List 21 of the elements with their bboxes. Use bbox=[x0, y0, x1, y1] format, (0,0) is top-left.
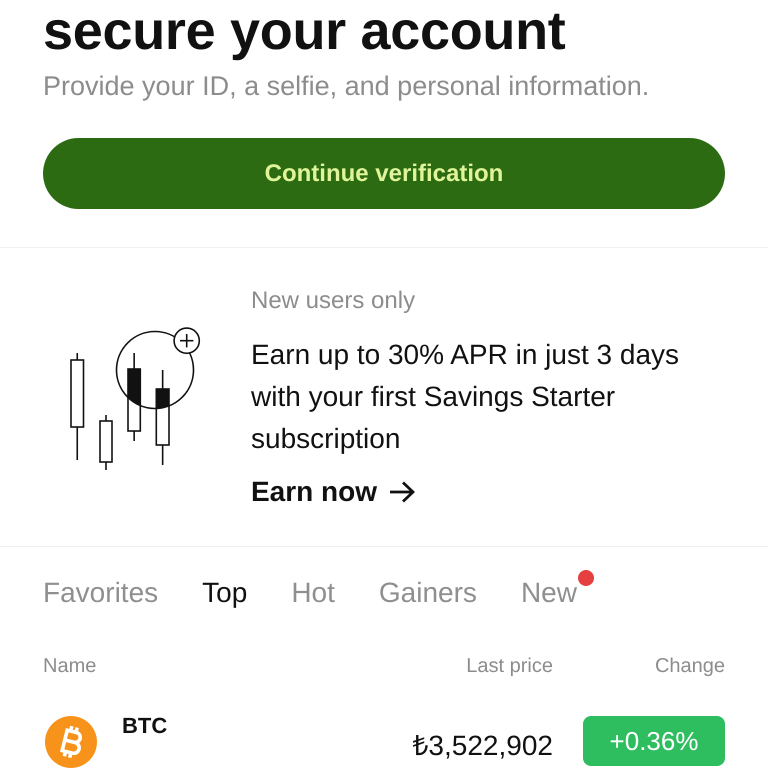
coin-symbol: BTC bbox=[122, 714, 168, 738]
price-text: ₺3,522,902 bbox=[412, 729, 553, 763]
coin-icon bbox=[45, 716, 97, 768]
promo-headline: Earn up to 30% APR in just 3 days with your first Savings Starter subscription bbox=[251, 338, 680, 456]
candlestick bbox=[99, 414, 113, 470]
page-title: secure your account bbox=[43, 0, 566, 62]
market-tab[interactable]: Hot bbox=[291, 577, 335, 609]
subtitle-text: Provide your ID, a selfie, and personal information. bbox=[43, 70, 650, 102]
column-header: Change bbox=[654, 654, 725, 678]
change-badge: +0.36% bbox=[583, 716, 725, 766]
column-header: Name bbox=[43, 654, 96, 678]
column-header: Last price bbox=[466, 654, 553, 678]
eyebrow-label: New users only bbox=[251, 286, 416, 316]
market-tab[interactable]: Top bbox=[202, 577, 248, 609]
plus-circle-icon bbox=[173, 326, 200, 354]
earn-now-link[interactable]: Earn now bbox=[251, 474, 416, 510]
right-arrow-icon bbox=[389, 481, 416, 503]
continue-verification-button[interactable]: Continue verification bbox=[43, 138, 725, 209]
market-tab[interactable]: Favorites bbox=[43, 577, 158, 609]
market-tab[interactable]: New bbox=[520, 577, 577, 609]
market-tab[interactable]: Gainers bbox=[378, 577, 477, 609]
